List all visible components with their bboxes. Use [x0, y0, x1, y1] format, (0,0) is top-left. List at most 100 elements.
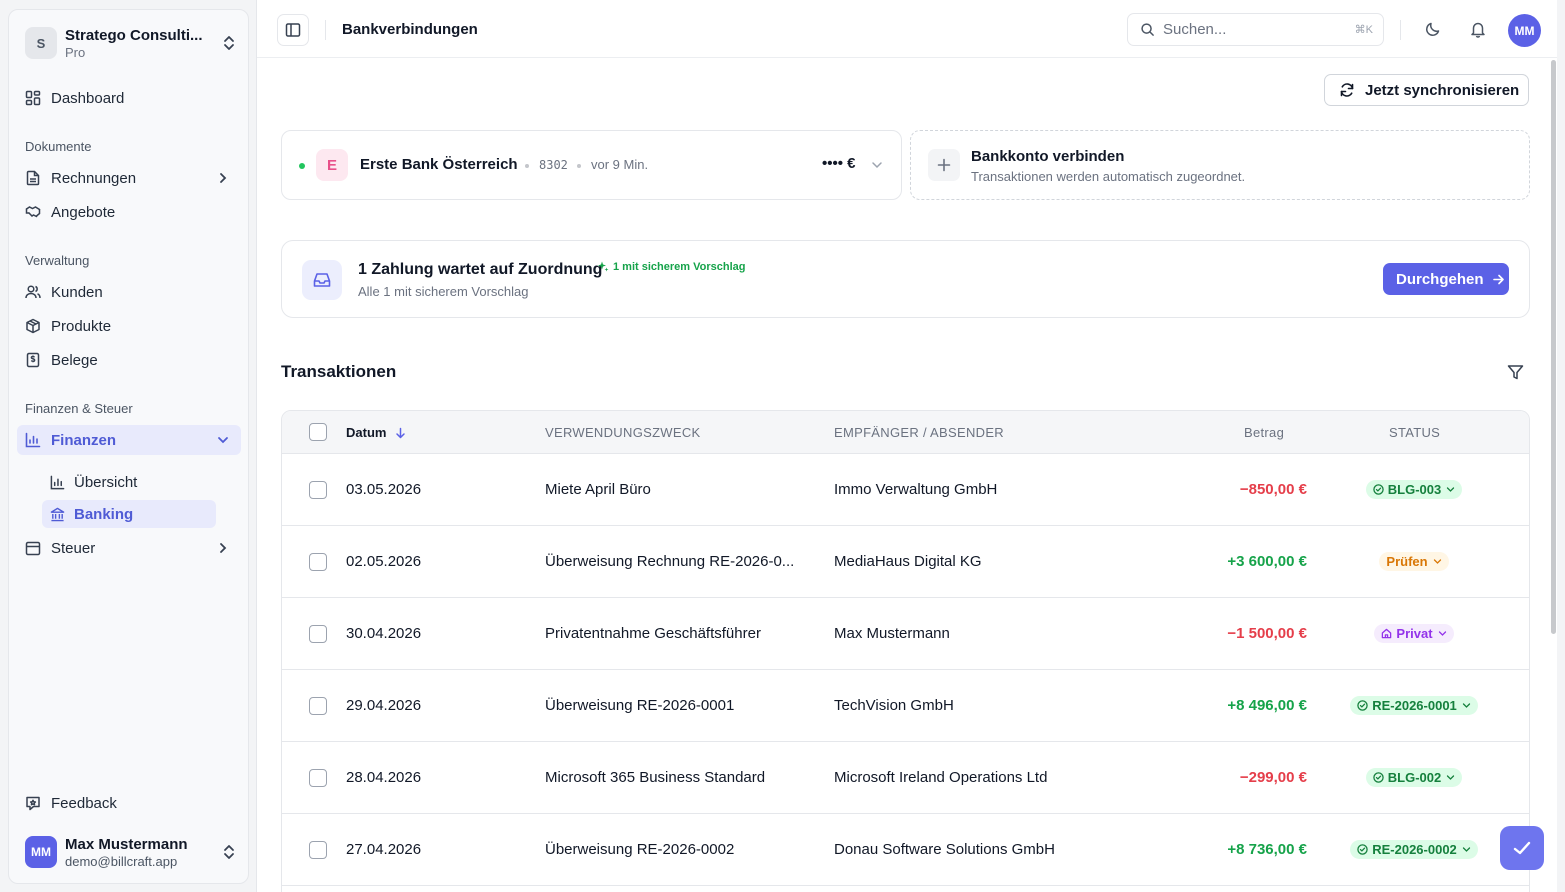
pending-matches-card: 1 Zahlung wartet auf Zuordnung 1 mit sic…	[281, 240, 1530, 318]
check-circle-icon	[1357, 844, 1368, 855]
table-row[interactable]: 28.04.2026 Microsoft 365 Business Standar…	[282, 742, 1529, 814]
bank-name: Erste Bank Österreich	[360, 156, 518, 173]
section-label-finance: Finanzen & Steuer	[25, 401, 133, 416]
row-checkbox[interactable]	[309, 697, 327, 715]
cell-date: 27.04.2026	[346, 841, 422, 858]
status-badge[interactable]: Privat	[1374, 624, 1454, 643]
column-header-amount: Betrag	[1244, 425, 1285, 440]
avatar[interactable]: MM	[1508, 14, 1541, 47]
cell-status: RE-2026-0001	[1344, 696, 1484, 715]
chevron-down-icon	[1462, 701, 1471, 710]
sidebar-item-invoices[interactable]: Rechnungen	[17, 163, 241, 193]
user-menu[interactable]: MM Max Mustermann demo@billcraft.app	[25, 832, 236, 872]
sidebar-item-label: Banking	[74, 505, 134, 523]
sidebar-item-feedback[interactable]: Feedback	[17, 788, 241, 818]
sidebar-item-dashboard[interactable]: Dashboard	[17, 83, 241, 113]
sidebar-item-overview[interactable]: Übersicht	[42, 468, 216, 496]
search-box[interactable]: ⌘K	[1127, 13, 1384, 46]
status-badge[interactable]: BLG-002	[1365, 768, 1463, 787]
chevrons-up-down-icon	[222, 843, 236, 861]
sidebar-toggle-button[interactable]	[277, 14, 309, 46]
table-row[interactable]: 03.05.2026 Miete April Büro Immo Verwaltun…	[282, 454, 1529, 526]
divider	[1400, 20, 1401, 40]
sidebar-item-label: Steuer	[51, 539, 96, 557]
file-text-icon	[25, 170, 41, 186]
table-row[interactable]: 30.04.2026 Privatentnahme Geschäftsführer…	[282, 598, 1529, 670]
separator-dot	[577, 164, 581, 168]
chevron-down-icon[interactable]	[871, 159, 883, 171]
page-title: Bankverbindungen	[342, 21, 478, 38]
column-header-date[interactable]: Datum	[346, 425, 406, 442]
bank-account-card[interactable]: E Erste Bank Österreich 8302 vor 9 Min. …	[281, 130, 902, 200]
column-header-purpose: VERWENDUNGSZWECK	[545, 425, 701, 440]
status-label: RE-2026-0002	[1372, 842, 1457, 857]
sidebar-item-customers[interactable]: Kunden	[17, 277, 241, 307]
cell-party: MediaHaus Digital KG	[834, 553, 982, 570]
status-label: BLG-003	[1387, 482, 1442, 497]
status-badge[interactable]: Prüfen	[1379, 552, 1449, 571]
sidebar-item-banking[interactable]: Banking	[42, 500, 216, 528]
status-badge[interactable]: RE-2026-0001	[1350, 696, 1478, 715]
org-name: Stratego Consulti...	[65, 26, 203, 44]
table-row[interactable]: 02.05.2026 Überweisung Rechnung RE-2026-0…	[282, 526, 1529, 598]
suggestion-badge: 1 mit sicherem Vorschlag	[597, 261, 745, 273]
bell-icon[interactable]	[1469, 20, 1487, 38]
cell-purpose: Überweisung RE-2026-0001	[545, 697, 735, 714]
moon-icon[interactable]	[1424, 20, 1442, 38]
cell-amount: +8 736,00 €	[1227, 841, 1307, 858]
check-icon	[1511, 837, 1533, 859]
account-balance[interactable]: •••• €	[822, 155, 856, 172]
row-checkbox[interactable]	[309, 841, 327, 859]
cell-status: BLG-003	[1344, 480, 1484, 499]
connect-bank-card[interactable]: Bankkonto verbinden Transaktionen werden…	[910, 130, 1530, 200]
sidebar-item-label: Finanzen	[51, 431, 117, 449]
connection-status-dot	[299, 163, 305, 169]
chevron-down-icon	[217, 433, 229, 447]
row-checkbox[interactable]	[309, 625, 327, 643]
scrollbar[interactable]	[1551, 60, 1556, 634]
connect-title: Bankkonto verbinden	[971, 148, 1125, 165]
review-button[interactable]: Durchgehen	[1383, 263, 1509, 295]
status-badge[interactable]: RE-2026-0002	[1350, 840, 1478, 859]
pending-subtitle: Alle 1 mit sicherem Vorschlag	[358, 284, 529, 299]
org-switcher[interactable]: S Stratego Consulti... Pro	[25, 24, 236, 62]
cell-amount: −299,00 €	[1239, 769, 1307, 786]
arrow-down-icon	[395, 427, 406, 442]
chevron-down-icon	[1433, 557, 1442, 566]
cell-party: Microsoft Ireland Operations Ltd	[834, 769, 1048, 786]
cell-party: Max Mustermann	[834, 625, 950, 642]
status-label: Prüfen	[1386, 554, 1428, 569]
filter-icon[interactable]	[1507, 364, 1524, 381]
sidebar-item-label: Angebote	[51, 203, 116, 221]
search-input[interactable]	[1163, 21, 1343, 38]
status-label: BLG-002	[1387, 770, 1442, 785]
sidebar-item-tax[interactable]: Steuer	[17, 533, 241, 563]
org-logo: S	[25, 27, 57, 59]
row-checkbox[interactable]	[309, 553, 327, 571]
table-row[interactable]: 27.04.2026 Überweisung RE-2026-0002 Donau …	[282, 814, 1529, 886]
select-all-checkbox[interactable]	[309, 423, 327, 441]
sidebar-item-label: Übersicht	[74, 473, 138, 491]
sparkles-icon	[597, 261, 609, 273]
sidebar-item-offers[interactable]: Angebote	[17, 197, 241, 227]
cell-amount: −850,00 €	[1239, 481, 1307, 498]
sidebar-item-finance[interactable]: Finanzen	[17, 425, 241, 455]
sidebar-item-products[interactable]: Produkte	[17, 311, 241, 341]
sidebar-item-label: Dashboard	[51, 89, 125, 107]
review-button-label: Durchgehen	[1396, 270, 1484, 288]
row-checkbox[interactable]	[309, 481, 327, 499]
sidebar-item-receipts[interactable]: Belege	[17, 345, 241, 375]
calendar-icon	[25, 540, 41, 556]
inbox-icon	[302, 260, 342, 300]
table-row[interactable]: 29.04.2026 Überweisung RE-2026-0001 TechVi…	[282, 670, 1529, 742]
divider	[325, 20, 326, 40]
row-checkbox[interactable]	[309, 769, 327, 787]
task-check-button[interactable]	[1500, 826, 1544, 870]
last-sync: vor 9 Min.	[591, 157, 649, 172]
sync-button[interactable]: Jetzt synchronisieren	[1324, 74, 1529, 106]
cell-status: Privat	[1344, 624, 1484, 643]
status-badge[interactable]: BLG-003	[1365, 480, 1463, 499]
account-number: 8302	[539, 158, 568, 172]
chevron-down-icon	[1438, 629, 1447, 638]
table-header: Datum VERWENDUNGSZWECK EMPFÄNGER / ABSEN…	[282, 411, 1529, 454]
